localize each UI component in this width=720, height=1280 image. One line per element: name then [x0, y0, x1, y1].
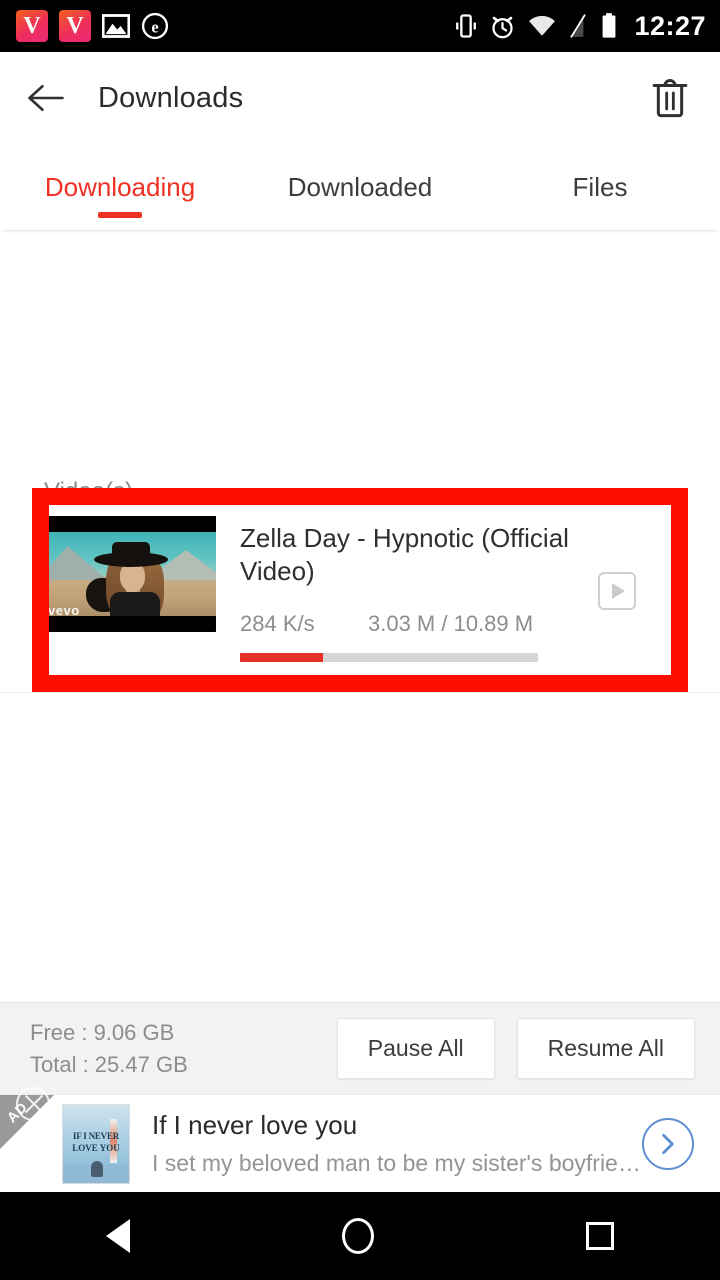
status-bar-clock: 12:27	[634, 10, 706, 41]
alarm-icon	[492, 16, 514, 38]
storage-info: Free : 9.06 GB Total : 25.47 GB	[30, 1020, 188, 1078]
tab-bar: Downloading Downloaded Files	[0, 144, 720, 230]
nav-home-button[interactable]	[342, 1218, 374, 1254]
ad-description: I set my beloved man to be my sister's b…	[152, 1149, 641, 1176]
tab-active-indicator	[98, 212, 142, 218]
tab-files-label: Files	[572, 171, 628, 202]
download-title: Zella Day - Hypnotic (Official Video)	[240, 523, 569, 587]
tab-downloaded[interactable]: Downloaded	[240, 144, 480, 230]
ad-cover-person	[91, 1160, 103, 1177]
downloading-list: Video(s) vevo Zella Day - Hypnotic (Offi…	[0, 230, 720, 1002]
thumb-hat-brim	[94, 552, 168, 567]
phone-screen: V V e 12:27 Downloads Downloading Downlo…	[0, 0, 720, 1280]
svg-text:e: e	[151, 17, 158, 36]
ad-cover-line1: IF I NEVER	[72, 1130, 120, 1141]
download-info: Zella Day - Hypnotic (Official Video) 28…	[216, 516, 598, 662]
nav-recents-button[interactable]	[586, 1222, 614, 1250]
status-bar-right-icons: 12:27	[455, 11, 706, 42]
download-speed: 284 K/s	[240, 610, 315, 636]
ad-close-icon[interactable]	[16, 1087, 50, 1121]
play-button[interactable]	[598, 572, 636, 610]
delete-all-button[interactable]	[644, 72, 696, 124]
tab-files[interactable]: Files	[480, 144, 720, 230]
wifi-icon	[529, 15, 556, 36]
vevo-watermark: vevo	[48, 603, 80, 618]
pause-all-button[interactable]: Pause All	[336, 1018, 495, 1079]
status-bar: V V e 12:27	[0, 0, 720, 52]
tab-downloading-label: Downloading	[44, 171, 196, 202]
app-header: Downloads	[0, 52, 720, 144]
resume-all-button[interactable]: Resume All	[516, 1018, 695, 1079]
vidmate-app-icon: V	[16, 10, 48, 42]
download-size: 3.03 M / 10.89 M	[368, 610, 534, 636]
storage-total: Total : 25.47 GB	[30, 1051, 188, 1077]
list-divider	[0, 692, 720, 693]
chevron-right-icon	[662, 1133, 674, 1154]
thumb-letterbox-bottom	[44, 616, 216, 632]
signal-off-icon	[570, 14, 587, 38]
ad-cover-lighthouse	[110, 1118, 117, 1163]
trash-icon	[652, 79, 688, 118]
ad-title: If I never love you	[152, 1110, 358, 1141]
video-thumbnail: vevo	[44, 516, 216, 632]
thumb-body	[110, 592, 160, 618]
ad-banner[interactable]: AD IF I NEVER LOVE YOU If I never love y…	[0, 1087, 720, 1192]
battery-icon	[603, 13, 616, 38]
tab-downloading[interactable]: Downloading	[0, 144, 240, 230]
item-menu-button[interactable]	[670, 566, 698, 616]
download-progress-fill	[240, 652, 323, 662]
more-vertical-icon-dot3	[680, 602, 688, 610]
download-actions	[598, 516, 698, 616]
back-button[interactable]	[22, 74, 70, 122]
ad-text-block: If I never love you I set my beloved man…	[130, 1110, 642, 1176]
play-icon	[612, 583, 625, 599]
footer-buttons: Pause All Resume All	[336, 1018, 695, 1079]
vibrate-icon	[456, 14, 477, 38]
storage-free: Free : 9.06 GB	[30, 1019, 175, 1045]
browser-e-icon: e	[141, 12, 169, 40]
ad-cta-button[interactable]	[642, 1117, 694, 1170]
arrow-left-icon	[28, 84, 64, 112]
download-stats: 284 K/s 3.03 M / 10.89 M	[240, 611, 598, 637]
ad-cover-image: IF I NEVER LOVE YOU	[62, 1103, 130, 1184]
page-title: Downloads	[98, 81, 244, 114]
status-bar-left-icons: V V e	[16, 10, 169, 42]
download-progress-bar	[240, 652, 538, 662]
more-vertical-icon	[680, 572, 688, 580]
image-icon	[102, 14, 130, 38]
vidmate-app-icon-2: V	[59, 10, 91, 42]
android-nav-bar	[0, 1192, 720, 1280]
more-vertical-icon-dot2	[680, 587, 688, 595]
tab-downloaded-label: Downloaded	[287, 171, 433, 202]
nav-back-button[interactable]	[106, 1219, 130, 1253]
storage-footer: Free : 9.06 GB Total : 25.47 GB Pause Al…	[0, 1002, 720, 1094]
download-item-card[interactable]: vevo Zella Day - Hypnotic (Official Vide…	[0, 502, 720, 674]
thumb-letterbox-top	[44, 516, 216, 532]
ad-cover-line2: LOVE YOU	[72, 1142, 120, 1153]
